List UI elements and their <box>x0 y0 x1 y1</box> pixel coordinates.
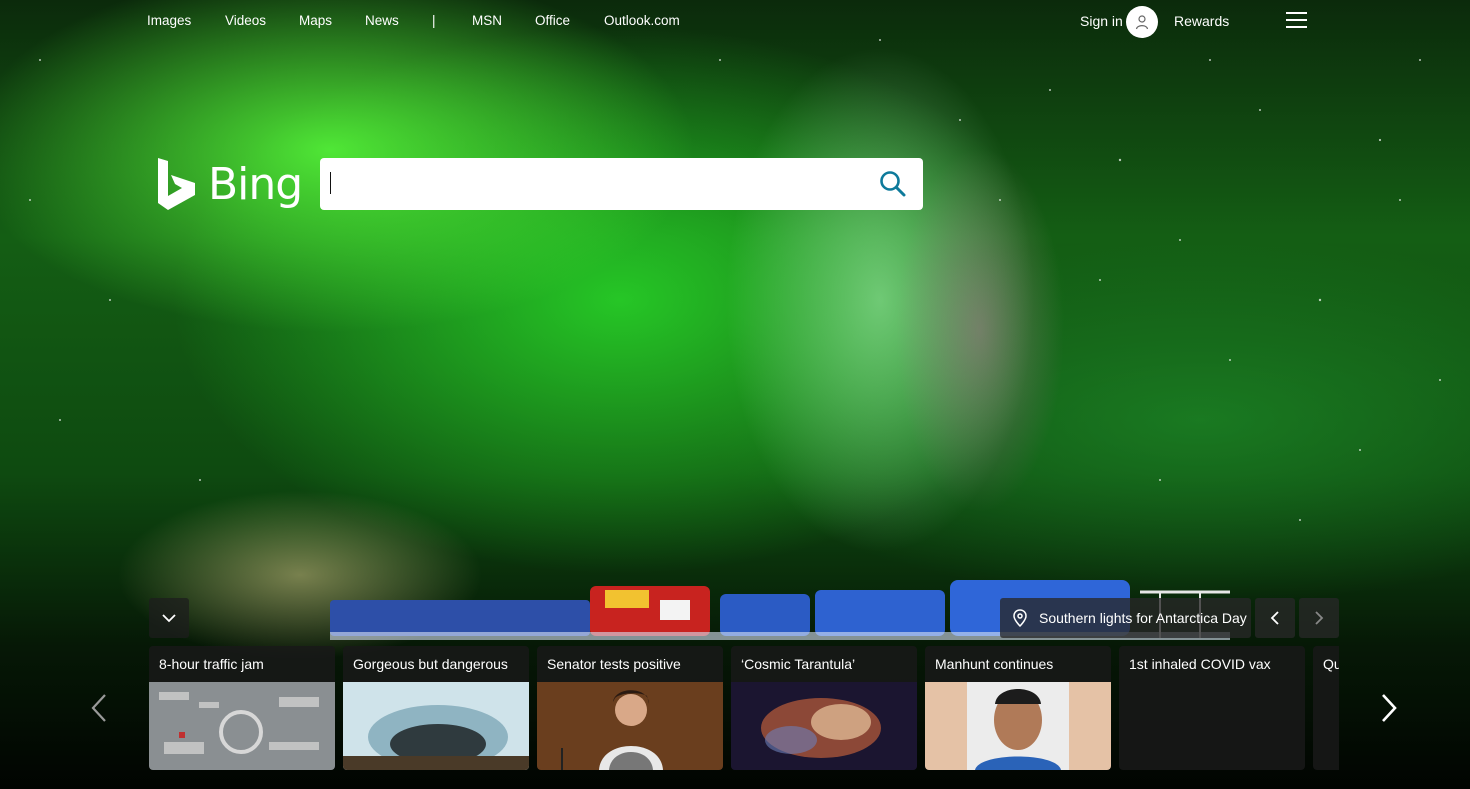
news-card-thumbnail <box>731 682 917 770</box>
nav-link-images[interactable]: Images <box>147 13 191 28</box>
top-navigation: Images Videos Maps News | MSN Office Out… <box>0 0 1470 44</box>
search-icon <box>880 171 906 197</box>
chevron-right-icon <box>1382 694 1397 722</box>
sign-in-link[interactable]: Sign in <box>1080 13 1123 29</box>
collapse-feed-button[interactable] <box>149 598 189 638</box>
news-card[interactable]: Qui <box>1313 646 1339 770</box>
search-button[interactable] <box>876 168 910 200</box>
nav-link-news[interactable]: News <box>365 13 399 28</box>
nav-link-outlook[interactable]: Outlook.com <box>604 13 680 28</box>
text-caret <box>330 172 331 194</box>
chevron-left-icon <box>1270 611 1279 625</box>
news-card[interactable]: Gorgeous but dangerous <box>343 646 529 770</box>
nav-link-msn[interactable]: MSN <box>472 13 502 28</box>
brand-name: Bing <box>208 159 303 210</box>
news-card-thumbnail <box>925 682 1111 770</box>
menu-icon[interactable] <box>1286 12 1308 32</box>
news-card-title: ‘Cosmic Tarantula’ <box>741 656 856 672</box>
news-card-title: Gorgeous but dangerous <box>353 656 508 672</box>
news-card-thumbnail <box>149 682 335 770</box>
news-card-title: 1st inhaled COVID vax <box>1129 656 1271 672</box>
user-icon <box>1135 15 1149 30</box>
bing-b-icon <box>158 158 195 210</box>
rewards-link[interactable]: Rewards <box>1174 13 1229 29</box>
nav-link-maps[interactable]: Maps <box>299 13 332 28</box>
search-box <box>320 158 923 210</box>
news-card-thumbnail <box>537 682 723 770</box>
news-card-thumbnail <box>343 682 529 770</box>
nav-separator: | <box>432 13 436 28</box>
news-carousel: 8-hour traffic jam Gorgeous but dangerou… <box>149 646 1339 770</box>
news-card-title: Manhunt continues <box>935 656 1054 672</box>
chevron-right-icon <box>1315 611 1324 625</box>
chevron-down-icon <box>162 614 176 623</box>
search-input[interactable] <box>330 168 870 200</box>
next-image-button[interactable] <box>1299 598 1339 638</box>
news-card[interactable]: Senator tests positive <box>537 646 723 770</box>
nav-link-office[interactable]: Office <box>535 13 570 28</box>
avatar-button[interactable] <box>1126 6 1158 38</box>
news-card[interactable]: 1st inhaled COVID vax <box>1119 646 1305 770</box>
news-card-title: Senator tests positive <box>547 656 681 672</box>
previous-image-button[interactable] <box>1255 598 1295 638</box>
location-pin-icon <box>1013 609 1027 627</box>
carousel-next-button[interactable] <box>1376 690 1402 726</box>
news-card-title: 8-hour traffic jam <box>159 656 264 672</box>
bing-logo[interactable]: Bing <box>156 156 303 214</box>
news-card[interactable]: 8-hour traffic jam <box>149 646 335 770</box>
carousel-prev-button[interactable] <box>86 690 112 726</box>
chevron-left-icon <box>91 694 106 722</box>
image-of-day-title: Southern lights for Antarctica Day <box>1039 610 1247 626</box>
news-card-title: Qui <box>1323 656 1339 672</box>
image-info-button[interactable]: Southern lights for Antarctica Day <box>1000 598 1251 638</box>
news-card[interactable]: Manhunt continues <box>925 646 1111 770</box>
news-card[interactable]: ‘Cosmic Tarantula’ <box>731 646 917 770</box>
nav-link-videos[interactable]: Videos <box>225 13 266 28</box>
